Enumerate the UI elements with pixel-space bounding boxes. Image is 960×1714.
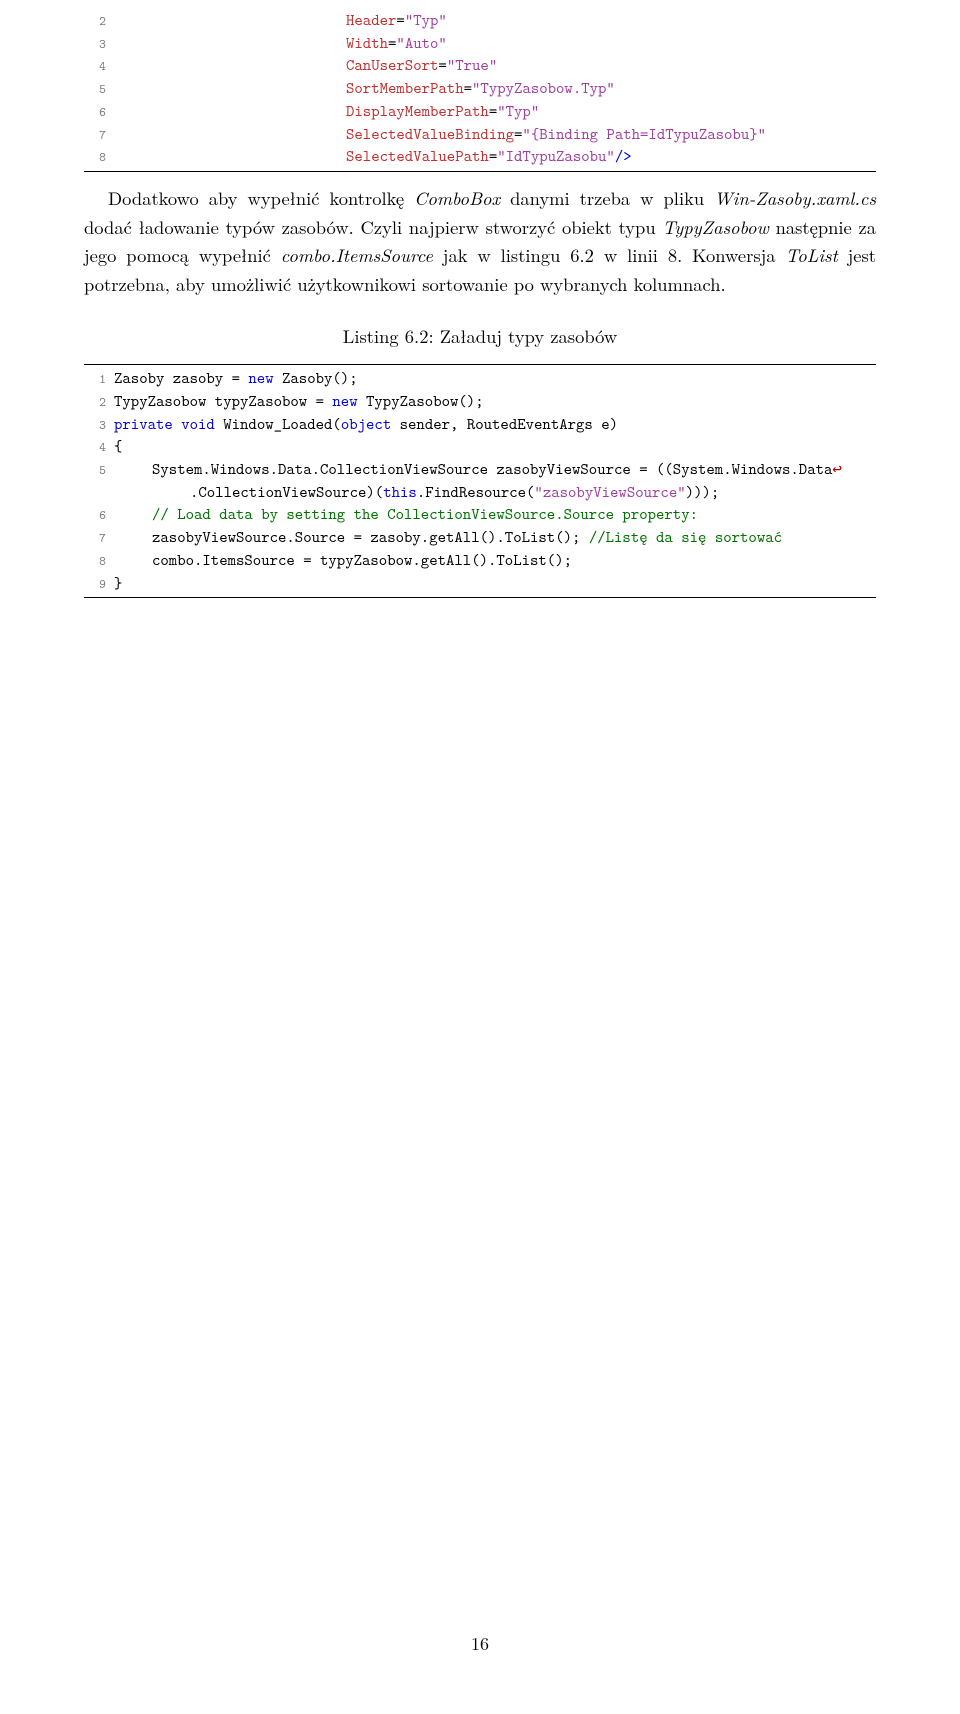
code-line: 1Zasoby zasoby = new Zasoby(); <box>84 368 876 391</box>
code-line: 6DisplayMemberPath="Typ" <box>84 101 876 124</box>
code-line: 7zasobyViewSource.Source = zasoby.getAll… <box>84 527 876 550</box>
code-line: 3private void Window_Loaded(object sende… <box>84 414 876 437</box>
code-block-1: 2Header="Typ"3Width="Auto"4CanUserSort="… <box>84 10 876 169</box>
code-line: 7SelectedValueBinding="{Binding Path=IdT… <box>84 124 876 147</box>
code-block-2: 1Zasoby zasoby = new Zasoby();2TypyZasob… <box>84 368 876 595</box>
code-line: 2Header="Typ" <box>84 10 876 33</box>
code-line: 9} <box>84 573 876 596</box>
code-rule-1 <box>84 171 876 172</box>
code-line: 3Width="Auto" <box>84 33 876 56</box>
code-line: 4{ <box>84 436 876 459</box>
code-line: 2TypyZasobow typyZasobow = new TypyZasob… <box>84 391 876 414</box>
listing-caption: Listing 6.2: Załaduj typy zasobów <box>84 323 876 350</box>
body-paragraph: Dodatkowo aby wypełnić kontrolkę ComboBo… <box>84 184 876 299</box>
code-line: 5System.Windows.Data.CollectionViewSourc… <box>84 459 876 482</box>
code-line: 8combo.ItemsSource = typyZasobow.getAll(… <box>84 550 876 573</box>
code-line: 6// Load data by setting the CollectionV… <box>84 504 876 527</box>
page: 2Header="Typ"3Width="Auto"4CanUserSort="… <box>0 0 960 1714</box>
code-line: 5SortMemberPath="TypyZasobow.Typ" <box>84 78 876 101</box>
code-line-continuation: .CollectionViewSource)(this.FindResource… <box>84 482 876 505</box>
code-rule-2-top <box>84 364 876 365</box>
code-line: 4CanUserSort="True" <box>84 55 876 78</box>
page-number: 16 <box>0 1631 960 1658</box>
code-line: 8SelectedValuePath="IdTypuZasobu"/> <box>84 146 876 169</box>
code-rule-2-bottom <box>84 597 876 598</box>
